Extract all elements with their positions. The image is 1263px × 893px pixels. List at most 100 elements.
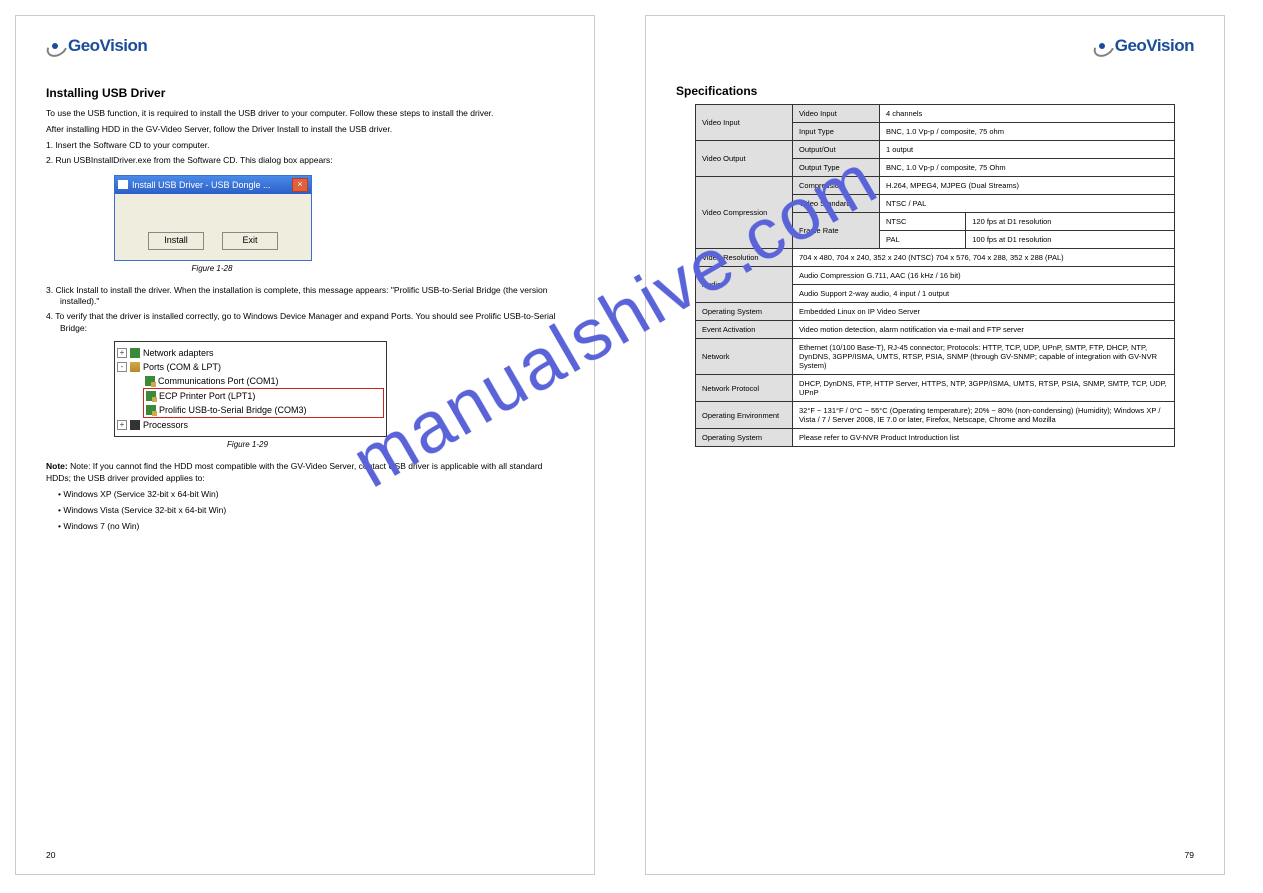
step-1: 1. Insert the Software CD to your comput…	[60, 140, 564, 152]
table-row: Operating System Embedded Linux on IP Vi…	[696, 303, 1175, 321]
logo-text: GeoVision	[68, 36, 147, 56]
tree-label: ECP Printer Port (LPT1)	[159, 389, 255, 403]
table-row: Video Resolution 704 x 480, 704 x 240, 3…	[696, 249, 1175, 267]
tree-row-bridge: Prolific USB-to-Serial Bridge (COM3)	[146, 403, 381, 417]
ports-icon	[130, 362, 140, 372]
processor-icon	[130, 420, 140, 430]
spec-cell: NTSC	[880, 213, 966, 231]
note-bullet-b: • Windows Vista (Service 32-bit x 64-bit…	[58, 505, 564, 517]
spec-cell: Video Standard	[793, 195, 880, 213]
spec-cell: Audio Compression G.711, AAC (16 kHz / 1…	[793, 267, 1175, 285]
spec-cell: Ethernet (10/100 Base-T), RJ-45 connecto…	[793, 339, 1175, 375]
spec-cell: Frame Rate	[793, 213, 880, 249]
spec-cell: NTSC / PAL	[880, 195, 1175, 213]
spec-cell: Video Output	[696, 141, 793, 177]
spec-cell: Operating Environment	[696, 402, 793, 429]
app-icon	[118, 180, 128, 189]
spec-title: Specifications	[676, 84, 1194, 98]
spec-cell: 4 channels	[880, 105, 1175, 123]
tree-label: Processors	[143, 418, 188, 432]
spec-cell: Network	[696, 339, 793, 375]
dialog-title-text: Install USB Driver - USB Dongle ...	[132, 180, 271, 190]
page-right: GeoVision Specifications Video Input Vid…	[645, 15, 1225, 875]
logo-eye-icon	[1093, 40, 1111, 52]
logo-right: GeoVision	[676, 36, 1194, 56]
page-left: GeoVision Installing USB Driver To use t…	[15, 15, 595, 875]
note-bullet-a: • Windows XP (Service 32-bit x 64-bit Wi…	[58, 489, 564, 501]
install-button[interactable]: Install	[148, 232, 204, 250]
intro-2: After installing HDD in the GV-Video Ser…	[46, 124, 564, 136]
device-tree: + Network adapters - Ports (COM & LPT) C…	[114, 341, 387, 437]
table-row: Video Output Output/Out 1 output	[696, 141, 1175, 159]
spec-cell: DHCP, DynDNS, FTP, HTTP Server, HTTPS, N…	[793, 375, 1175, 402]
figure-caption-1: Figure 1-28	[114, 264, 310, 273]
spec-cell: Video motion detection, alarm notificati…	[793, 321, 1175, 339]
spec-cell: Video Resolution	[696, 249, 793, 267]
spec-cell: 704 x 480, 704 x 240, 352 x 240 (NTSC) 7…	[793, 249, 1175, 267]
spec-cell: 120 fps at D1 resolution	[966, 213, 1175, 231]
table-row: Operating Environment 32°F ~ 131°F / 0°C…	[696, 402, 1175, 429]
note-block: Note: Note: If you cannot find the HDD m…	[46, 461, 564, 485]
tree-label: Communications Port (COM1)	[158, 374, 279, 388]
note-bullet-c: • Windows 7 (no Win)	[58, 521, 564, 533]
step-2: 2. Run USBInstallDriver.exe from the Sof…	[60, 155, 564, 167]
tree-label: Network adapters	[143, 346, 214, 360]
spec-cell: 100 fps at D1 resolution	[966, 231, 1175, 249]
collapse-icon[interactable]: -	[117, 362, 127, 372]
spec-cell: Embedded Linux on IP Video Server	[793, 303, 1175, 321]
logo-left: GeoVision	[46, 36, 564, 56]
step-3: 3. Click Install to install the driver. …	[60, 285, 564, 309]
table-row: Audio Audio Compression G.711, AAC (16 k…	[696, 267, 1175, 285]
exit-button[interactable]: Exit	[222, 232, 278, 250]
install-dialog: Install USB Driver - USB Dongle ... × In…	[114, 175, 312, 261]
table-row: Video Compression Compression H.264, MPE…	[696, 177, 1175, 195]
spec-cell: H.264, MPEG4, MJPEG (Dual Streams)	[880, 177, 1175, 195]
logo-text: GeoVision	[1115, 36, 1194, 56]
page-number: 20	[46, 850, 55, 860]
page-number: 79	[1185, 850, 1194, 860]
tree-row-processors: + Processors	[117, 418, 384, 432]
step-4: 4. To verify that the driver is installe…	[60, 311, 564, 335]
spec-cell: Audio Support 2-way audio, 4 input / 1 o…	[793, 285, 1175, 303]
printer-port-icon	[146, 391, 156, 401]
spec-table: Video Input Video Input 4 channels Input…	[695, 104, 1175, 447]
tree-row-network: + Network adapters	[117, 346, 384, 360]
spec-cell: BNC, 1.0 Vp-p / composite, 75 ohm	[880, 123, 1175, 141]
spec-cell: Audio	[696, 267, 793, 303]
spec-cell: Video Compression	[696, 177, 793, 249]
highlight-box: ECP Printer Port (LPT1) Prolific USB-to-…	[143, 388, 384, 418]
spec-cell: Input Type	[793, 123, 880, 141]
usb-serial-icon	[146, 405, 156, 415]
close-icon[interactable]: ×	[292, 178, 308, 192]
spec-cell: Video Input	[696, 105, 793, 141]
spec-cell: PAL	[880, 231, 966, 249]
spec-cell: Output Type	[793, 159, 880, 177]
spec-cell: Event Activation	[696, 321, 793, 339]
com-port-icon	[145, 376, 155, 386]
spec-cell: Video Input	[793, 105, 880, 123]
dialog-body: Install Exit	[115, 194, 311, 260]
tree-label: Prolific USB-to-Serial Bridge (COM3)	[159, 403, 307, 417]
intro-1: To use the USB function, it is required …	[46, 108, 564, 120]
tree-row-ports: - Ports (COM & LPT)	[117, 360, 384, 374]
table-row: Operating System Please refer to GV-NVR …	[696, 429, 1175, 447]
dialog-titlebar: Install USB Driver - USB Dongle ... ×	[115, 176, 311, 194]
tree-row-lpt1: ECP Printer Port (LPT1)	[146, 389, 381, 403]
spec-cell: Network Protocol	[696, 375, 793, 402]
expand-icon[interactable]: +	[117, 348, 127, 358]
spec-cell: Operating System	[696, 303, 793, 321]
table-row: Network Ethernet (10/100 Base-T), RJ-45 …	[696, 339, 1175, 375]
table-row: Event Activation Video motion detection,…	[696, 321, 1175, 339]
expand-icon[interactable]: +	[117, 420, 127, 430]
tree-row-com1: Communications Port (COM1)	[117, 374, 384, 388]
spec-cell: Output/Out	[793, 141, 880, 159]
tree-label: Ports (COM & LPT)	[143, 360, 221, 374]
spec-cell: 1 output	[880, 141, 1175, 159]
adapter-icon	[130, 348, 140, 358]
spec-cell: BNC, 1.0 Vp-p / composite, 75 Ohm	[880, 159, 1175, 177]
figure-caption-2: Figure 1-29	[114, 440, 381, 449]
table-row: Network Protocol DHCP, DynDNS, FTP, HTTP…	[696, 375, 1175, 402]
spec-cell: Please refer to GV-NVR Product Introduct…	[793, 429, 1175, 447]
table-row: Video Input Video Input 4 channels	[696, 105, 1175, 123]
spec-cell: Operating System	[696, 429, 793, 447]
